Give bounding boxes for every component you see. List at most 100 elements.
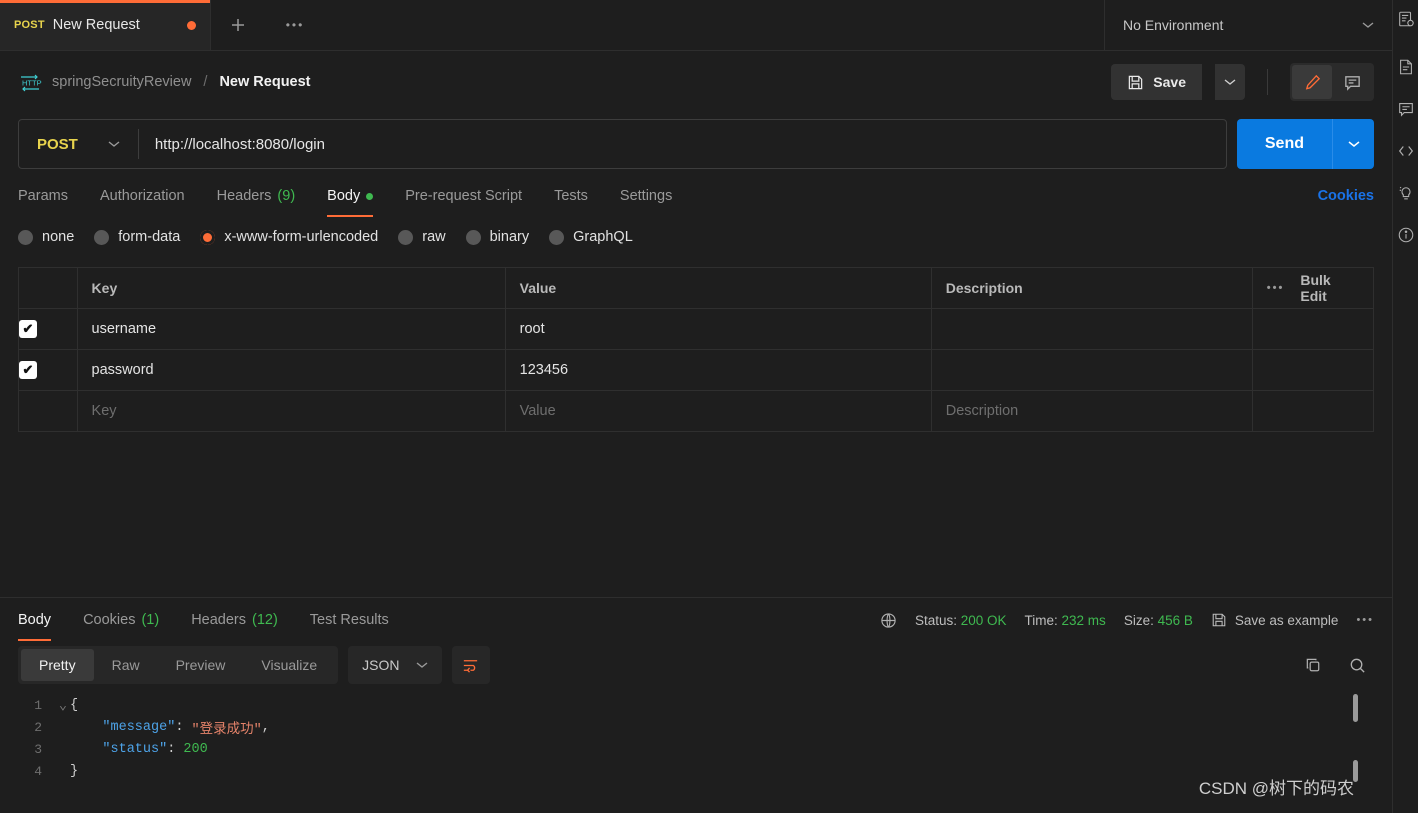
checkbox-checked-icon[interactable]: ✔	[19, 320, 37, 338]
view-mode-preview[interactable]: Preview	[158, 649, 244, 681]
tab-headers[interactable]: Headers (9)	[201, 175, 312, 217]
send-button[interactable]: Send	[1236, 119, 1332, 169]
bulk-edit-button[interactable]: Bulk Edit	[1300, 272, 1359, 304]
table-row[interactable]: ✔ password 123456	[18, 349, 1375, 391]
row-key[interactable]: password	[76, 349, 506, 391]
save-button[interactable]: Save	[1111, 64, 1202, 100]
checkbox-checked-icon[interactable]: ✔	[19, 361, 37, 379]
environment-selector[interactable]: No Environment	[1104, 0, 1392, 50]
postman-window: POST New Request ••• No Environment HTTP…	[0, 0, 1418, 813]
header-actions: ••• Bulk Edit	[1251, 267, 1375, 309]
response-pane: Body Cookies (1) Headers (12) Test Resul…	[0, 597, 1392, 813]
search-button[interactable]	[1340, 648, 1374, 682]
params-table-wrapper: Key Value Description ••• Bulk Edit ✔ us…	[0, 257, 1392, 432]
response-more-button[interactable]: •••	[1356, 614, 1374, 626]
body-type-none[interactable]: none	[18, 229, 74, 245]
response-tab-cookies[interactable]: Cookies (1)	[67, 599, 175, 641]
tab-authorization[interactable]: Authorization	[84, 175, 201, 217]
comments-icon[interactable]	[1395, 98, 1417, 120]
info-circle-icon[interactable]	[1395, 224, 1417, 246]
breadcrumb-collection[interactable]: springSecruityReview	[52, 74, 191, 90]
status-group: Status: 200 OK	[915, 613, 1007, 628]
tab-pre-request-script[interactable]: Pre-request Script	[389, 175, 538, 217]
response-tab-body[interactable]: Body	[18, 599, 67, 641]
radio-icon-selected	[200, 229, 216, 245]
new-key-input[interactable]: Key	[76, 390, 506, 432]
row-description[interactable]	[930, 308, 1253, 350]
edit-button[interactable]	[1292, 65, 1332, 99]
line-number: 1	[34, 697, 42, 713]
tab-settings[interactable]: Settings	[604, 175, 688, 217]
body-type-raw[interactable]: raw	[398, 229, 446, 245]
tab-label: Pre-request Script	[405, 188, 523, 204]
new-tab-button[interactable]	[211, 0, 265, 50]
row-key[interactable]: username	[76, 308, 506, 350]
send-group: Send	[1236, 119, 1374, 169]
tab-params[interactable]: Params	[18, 175, 84, 217]
response-format-selector[interactable]: JSON	[348, 646, 442, 684]
tab-label: Headers	[191, 612, 246, 628]
size-value: 456 B	[1157, 612, 1193, 628]
http-icon: HTTP	[18, 73, 42, 92]
url-input[interactable]: http://localhost:8080/login	[139, 136, 1226, 153]
info-bulb-icon[interactable]	[1395, 182, 1417, 204]
cookies-link[interactable]: Cookies	[1318, 188, 1374, 204]
body-type-urlencoded[interactable]: x-www-form-urlencoded	[200, 229, 378, 245]
unsaved-dot-icon	[187, 20, 196, 30]
response-body-code[interactable]: 1 ⌄ { 2 "message" : "登录成功" , 3 "status" …	[0, 688, 1392, 782]
documentation-icon[interactable]	[1395, 56, 1417, 78]
body-type-binary[interactable]: binary	[465, 229, 529, 245]
send-options-button[interactable]	[1332, 119, 1374, 169]
wrap-lines-button[interactable]	[451, 646, 490, 684]
response-tab-headers[interactable]: Headers (12)	[175, 599, 294, 641]
response-tabs: Body Cookies (1) Headers (12) Test Resul…	[0, 598, 1392, 642]
request-tab[interactable]: POST New Request	[0, 0, 211, 50]
tab-label: Body	[18, 612, 52, 628]
radio-label: x-www-form-urlencoded	[224, 229, 379, 245]
save-options-button[interactable]	[1215, 64, 1245, 100]
new-value-input[interactable]: Value	[504, 390, 932, 432]
row-description[interactable]	[930, 349, 1253, 391]
environment-quick-look-icon[interactable]	[1395, 8, 1417, 30]
code-text: {	[70, 697, 79, 713]
view-mode-pretty[interactable]: Pretty	[21, 649, 94, 681]
table-more-button[interactable]: •••	[1267, 282, 1285, 294]
comment-button[interactable]	[1332, 65, 1372, 99]
code-number: 200	[183, 741, 208, 757]
request-tabs: Params Authorization Headers (9) Body Pr…	[0, 175, 1392, 217]
environment-name: No Environment	[1123, 17, 1224, 33]
row-value[interactable]: 123456	[504, 349, 932, 391]
body-type-form-data[interactable]: form-data	[94, 229, 180, 245]
tab-label: Cookies	[83, 612, 136, 628]
copy-button[interactable]	[1296, 648, 1330, 682]
time-group: Time: 232 ms	[1025, 613, 1106, 628]
tab-tests[interactable]: Tests	[538, 175, 604, 217]
row-checkbox-cell[interactable]: ✔	[18, 349, 78, 391]
table-placeholder-row[interactable]: Key Value Description	[18, 390, 1375, 432]
tab-more-button[interactable]: •••	[265, 0, 325, 50]
response-tab-test-results[interactable]: Test Results	[294, 599, 405, 641]
view-mode-visualize[interactable]: Visualize	[243, 649, 335, 681]
scrollbar-thumb[interactable]	[1353, 694, 1358, 722]
response-format-row: Pretty Raw Preview Visualize JSON	[0, 642, 1392, 688]
row-checkbox-cell[interactable]: ✔	[18, 308, 78, 350]
chevron-down-icon	[1362, 21, 1374, 29]
body-type-graphql[interactable]: GraphQL	[549, 229, 633, 245]
row-value[interactable]: root	[504, 308, 932, 350]
tab-strip: POST New Request ••• No Environment	[0, 0, 1392, 51]
radio-label: none	[42, 229, 75, 245]
code-snippet-icon[interactable]	[1395, 140, 1417, 162]
divider	[1267, 69, 1268, 95]
tab-label: Body	[327, 188, 361, 204]
fold-marker[interactable]: ⌄	[56, 697, 70, 714]
tab-body[interactable]: Body	[311, 175, 389, 217]
view-mode-raw[interactable]: Raw	[94, 649, 158, 681]
method-selector[interactable]: POST	[19, 120, 138, 168]
row-checkbox-cell[interactable]	[18, 390, 78, 432]
svg-text:HTTP: HTTP	[22, 79, 42, 88]
save-as-example-button[interactable]: Save as example	[1211, 612, 1338, 628]
row-actions	[1251, 349, 1375, 391]
new-description-input[interactable]: Description	[930, 390, 1253, 432]
table-row[interactable]: ✔ username root	[18, 308, 1375, 350]
params-table: Key Value Description ••• Bulk Edit ✔ us…	[18, 267, 1375, 432]
